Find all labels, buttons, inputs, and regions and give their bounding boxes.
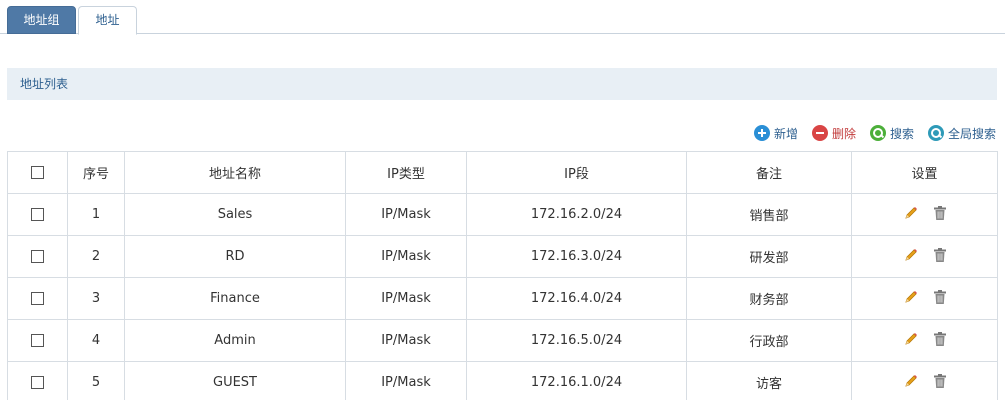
row-select-cell bbox=[7, 277, 68, 320]
row-index: 1 bbox=[67, 193, 125, 236]
row-select-cell bbox=[7, 319, 68, 362]
row-select-cell bbox=[7, 193, 68, 236]
delete-trash-icon[interactable] bbox=[933, 247, 947, 263]
tab-address[interactable]: 地址 bbox=[78, 6, 137, 35]
delete-trash-icon[interactable] bbox=[933, 289, 947, 305]
table-row: 1 Sales IP/Mask 172.16.2.0/24 销售部 bbox=[7, 193, 998, 236]
toolbar: 新增 删除 搜索 全局搜索 bbox=[740, 122, 996, 144]
row-ip-type: IP/Mask bbox=[345, 361, 467, 400]
row-name: GUEST bbox=[124, 361, 346, 400]
table-row: 5 GUEST IP/Mask 172.16.1.0/24 访客 bbox=[7, 361, 998, 400]
section-title-address-list: 地址列表 bbox=[7, 68, 997, 100]
table-header-row: 序号 地址名称 IP类型 IP段 备注 设置 bbox=[7, 151, 998, 194]
plus-circle-icon bbox=[753, 125, 770, 141]
row-index: 3 bbox=[67, 277, 125, 320]
tab-bar: 地址组 地址 bbox=[0, 0, 1005, 35]
row-checkbox[interactable] bbox=[31, 250, 44, 263]
search-label: 搜索 bbox=[889, 126, 914, 141]
edit-pencil-icon[interactable] bbox=[903, 205, 919, 221]
row-ip-range: 172.16.3.0/24 bbox=[466, 235, 687, 278]
row-name: Finance bbox=[124, 277, 346, 320]
header-settings: 设置 bbox=[851, 151, 998, 194]
row-note: 研发部 bbox=[686, 235, 852, 278]
table-row: 4 Admin IP/Mask 172.16.5.0/24 行政部 bbox=[7, 319, 998, 362]
header-index: 序号 bbox=[67, 151, 125, 194]
row-settings bbox=[851, 319, 998, 362]
row-checkbox[interactable] bbox=[31, 208, 44, 221]
address-table: 序号 地址名称 IP类型 IP段 备注 设置 1 Sales IP/Mask 1… bbox=[7, 151, 998, 400]
row-ip-range: 172.16.5.0/24 bbox=[466, 319, 687, 362]
delete-label: 删除 bbox=[831, 126, 856, 141]
header-ip-range: IP段 bbox=[466, 151, 687, 194]
global-search-icon bbox=[927, 125, 944, 141]
edit-pencil-icon[interactable] bbox=[903, 331, 919, 347]
header-select-all bbox=[7, 151, 68, 194]
row-checkbox[interactable] bbox=[31, 334, 44, 347]
row-settings bbox=[851, 235, 998, 278]
row-checkbox[interactable] bbox=[31, 376, 44, 389]
edit-pencil-icon[interactable] bbox=[903, 289, 919, 305]
add-label: 新增 bbox=[773, 126, 798, 141]
row-settings bbox=[851, 193, 998, 236]
row-select-cell bbox=[7, 235, 68, 278]
header-name: 地址名称 bbox=[124, 151, 346, 194]
row-ip-range: 172.16.1.0/24 bbox=[466, 361, 687, 400]
row-index: 5 bbox=[67, 361, 125, 400]
row-name: Sales bbox=[124, 193, 346, 236]
row-ip-type: IP/Mask bbox=[345, 319, 467, 362]
table-row: 2 RD IP/Mask 172.16.3.0/24 研发部 bbox=[7, 235, 998, 278]
row-ip-type: IP/Mask bbox=[345, 193, 467, 236]
row-name: Admin bbox=[124, 319, 346, 362]
table-row: 3 Finance IP/Mask 172.16.4.0/24 财务部 bbox=[7, 277, 998, 320]
header-ip-type: IP类型 bbox=[345, 151, 467, 194]
delete-trash-icon[interactable] bbox=[933, 331, 947, 347]
search-icon bbox=[869, 125, 886, 141]
row-index: 2 bbox=[67, 235, 125, 278]
delete-trash-icon[interactable] bbox=[933, 205, 947, 221]
add-button[interactable]: 新增 bbox=[753, 125, 798, 142]
delete-trash-icon[interactable] bbox=[933, 373, 947, 389]
select-all-checkbox[interactable] bbox=[31, 166, 44, 179]
row-note: 财务部 bbox=[686, 277, 852, 320]
minus-circle-icon bbox=[811, 125, 828, 141]
row-ip-range: 172.16.4.0/24 bbox=[466, 277, 687, 320]
row-note: 销售部 bbox=[686, 193, 852, 236]
header-note: 备注 bbox=[686, 151, 852, 194]
row-name: RD bbox=[124, 235, 346, 278]
search-button[interactable]: 搜索 bbox=[869, 125, 914, 142]
row-settings bbox=[851, 277, 998, 320]
row-note: 访客 bbox=[686, 361, 852, 400]
row-ip-type: IP/Mask bbox=[345, 235, 467, 278]
row-note: 行政部 bbox=[686, 319, 852, 362]
edit-pencil-icon[interactable] bbox=[903, 373, 919, 389]
global-search-label: 全局搜索 bbox=[947, 126, 996, 141]
row-index: 4 bbox=[67, 319, 125, 362]
edit-pencil-icon[interactable] bbox=[903, 247, 919, 263]
row-select-cell bbox=[7, 361, 68, 400]
row-checkbox[interactable] bbox=[31, 292, 44, 305]
delete-button[interactable]: 删除 bbox=[811, 125, 856, 142]
row-ip-range: 172.16.2.0/24 bbox=[466, 193, 687, 236]
tab-address-group[interactable]: 地址组 bbox=[7, 6, 76, 34]
global-search-button[interactable]: 全局搜索 bbox=[927, 125, 996, 142]
row-ip-type: IP/Mask bbox=[345, 277, 467, 320]
row-settings bbox=[851, 361, 998, 400]
